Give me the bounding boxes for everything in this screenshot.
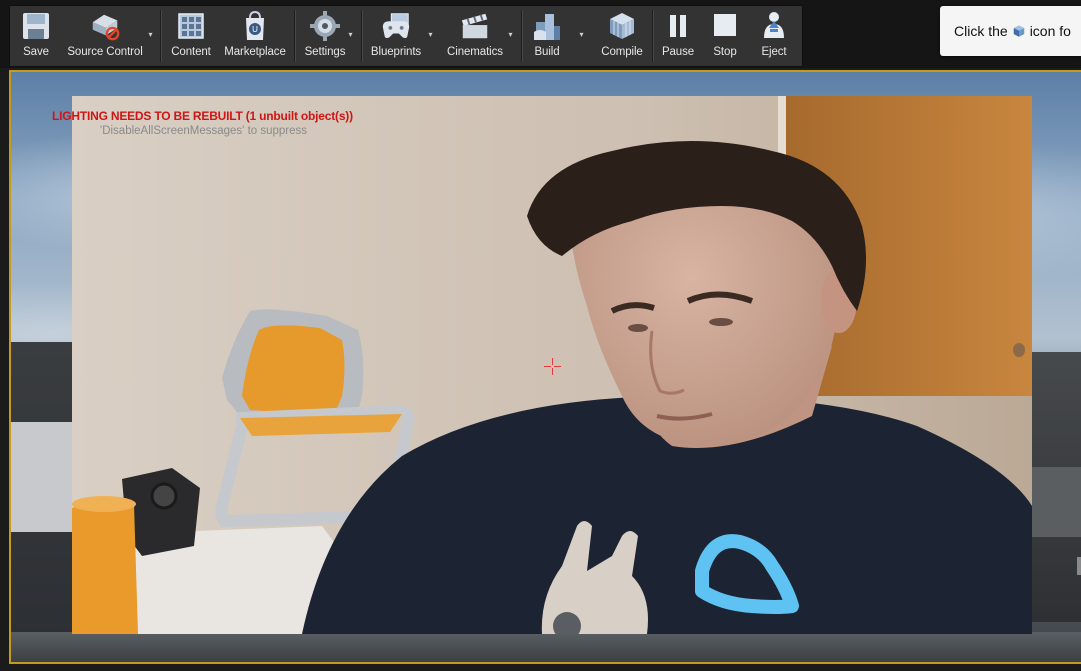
main-toolbar: Save Source Control ▾ Content U Marketpl… [0,0,1081,68]
save-button[interactable]: Save [13,6,59,66]
lighting-rebuild-warning: LIGHTING NEEDS TO BE REBUILT (1 unbuilt … [52,109,353,123]
compile-label: Compile [601,46,643,58]
crosshair-icon [544,358,561,375]
level-floor [11,632,1081,662]
stop-label: Stop [713,46,737,58]
pause-label: Pause [661,46,695,58]
cinematics-dropdown-icon[interactable]: ▾ [506,30,515,39]
blueprints-label: Blueprints [370,46,422,58]
content-label: Content [171,46,211,58]
compile-icon [1012,24,1026,38]
marketplace-icon: U [239,10,271,42]
level-block-right [1029,467,1081,537]
suppress-messages-hint: 'DisableAllScreenMessages' to suppress [100,125,308,137]
blueprints-dropdown-icon[interactable]: ▾ [426,30,435,39]
stop-icon [709,10,741,42]
compile-button[interactable]: Compile [595,6,649,66]
toolbar-separator [160,10,161,62]
viewport-resize-handle[interactable] [1077,557,1081,575]
source-control-dropdown-icon[interactable]: ▾ [146,30,155,39]
content-button[interactable]: Content [166,6,216,66]
toolbar-separator [652,10,653,62]
settings-dropdown-icon[interactable]: ▾ [346,30,355,39]
build-icon [531,10,563,42]
build-dropdown-icon[interactable]: ▾ [577,30,586,39]
level-viewport[interactable]: LIGHTING NEEDS TO BE REBUILT (1 unbuilt … [9,70,1081,664]
notification-text-start: Click the [954,23,1008,39]
source-control-button[interactable]: Source Control [63,6,147,66]
build-button[interactable]: Build [525,6,569,66]
save-label: Save [23,46,49,58]
svg-text:U: U [252,25,258,34]
notification-toast[interactable]: Click the icon fo [940,6,1081,56]
settings-button[interactable]: Settings [298,6,352,66]
notification-text-end: icon fo [1029,23,1071,39]
pause-icon [662,10,694,42]
toolbar-strip: Save Source Control ▾ Content U Marketpl… [9,5,803,67]
build-label: Build [534,46,560,58]
save-icon [20,10,52,42]
marketplace-button[interactable]: U Marketplace [220,6,290,66]
content-icon [175,10,207,42]
level-block-left [11,422,76,532]
source-control-icon [89,10,121,42]
pause-button[interactable]: Pause [656,6,700,66]
compile-icon [606,10,638,42]
cinematics-button[interactable]: Cinematics [440,6,510,66]
cinematics-icon [459,10,491,42]
settings-label: Settings [304,46,346,58]
toolbar-separator [361,10,362,62]
toolbar-separator [294,10,295,62]
blueprints-icon [380,10,412,42]
eject-label: Eject [761,46,787,58]
eject-icon [758,10,790,42]
cinematics-label: Cinematics [447,46,503,58]
settings-icon [309,10,341,42]
stop-button[interactable]: Stop [705,6,745,66]
blueprints-button[interactable]: Blueprints [365,6,427,66]
toolbar-separator [521,10,522,62]
source-control-label: Source Control [67,46,143,58]
eject-button[interactable]: Eject [752,6,796,66]
marketplace-label: Marketplace [224,46,286,58]
